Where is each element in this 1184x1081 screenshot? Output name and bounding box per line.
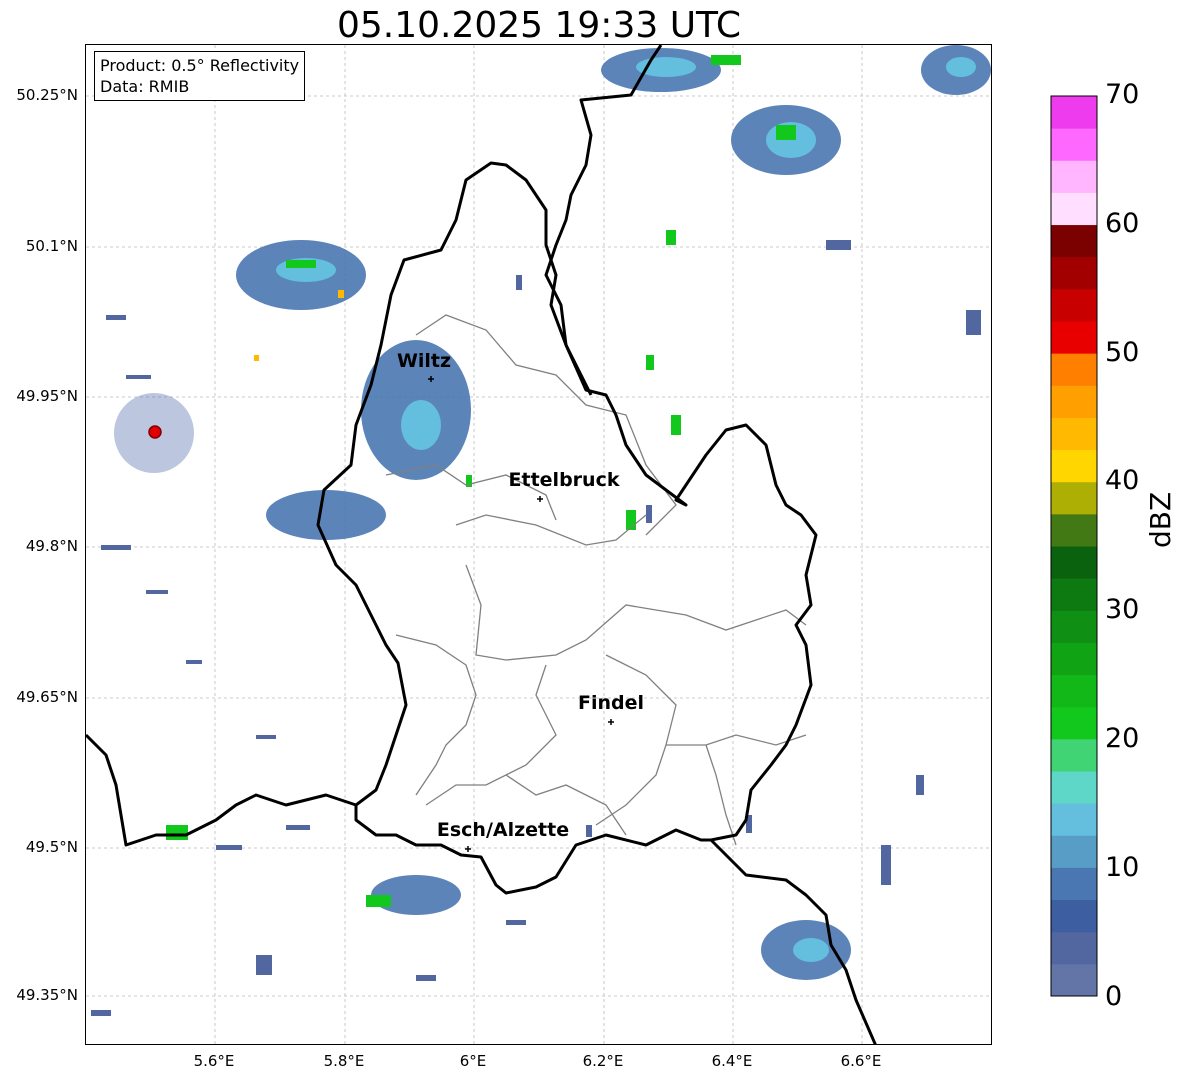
map-canvas <box>86 45 991 1044</box>
lon-label: 6.2°E <box>582 1052 624 1070</box>
lat-label: 49.8°N <box>25 537 78 555</box>
colorbar <box>1050 95 1098 997</box>
colorbar-tick: 30 <box>1105 594 1140 625</box>
colorbar-segment <box>1051 321 1097 354</box>
lat-label: 50.1°N <box>25 237 78 255</box>
radar-echoes <box>91 45 991 1016</box>
colorbar-segment <box>1051 417 1097 451</box>
colorbar-tick: 50 <box>1105 337 1140 368</box>
colorbar-tick: 60 <box>1105 208 1140 239</box>
colorbar-segment <box>1051 963 1097 997</box>
radar-site-icon <box>148 425 162 439</box>
colorbar-segment <box>1051 224 1097 258</box>
colorbar-segment <box>1051 385 1097 418</box>
radar-map[interactable] <box>85 44 992 1045</box>
colorbar-tick: 0 <box>1105 981 1123 1012</box>
lat-label: 49.35°N <box>16 986 78 1004</box>
lat-label: 49.95°N <box>16 387 78 405</box>
colorbar-segment <box>1051 771 1097 804</box>
colorbar-segment <box>1051 899 1097 933</box>
colorbar-segment <box>1051 513 1097 547</box>
colorbar-segment <box>1051 578 1097 611</box>
map-title: 05.10.2025 19:33 UTC <box>336 5 742 46</box>
data-source-label: Data: RMIB <box>100 77 190 96</box>
colorbar-segment <box>1051 931 1097 965</box>
colorbar-segment <box>1051 738 1097 772</box>
city-label-esch-alzette: Esch/Alzette <box>436 819 570 841</box>
colorbar-segment <box>1051 96 1097 129</box>
colorbar-tick: 40 <box>1105 465 1140 496</box>
colorbar-segment <box>1051 610 1097 643</box>
lon-label: 6.4°E <box>711 1052 753 1070</box>
colorbar-segment <box>1051 706 1097 740</box>
colorbar-segment <box>1051 192 1097 226</box>
city-label-findel: Findel <box>577 692 645 714</box>
colorbar-segment <box>1051 642 1097 676</box>
lat-label: 50.25°N <box>16 86 78 104</box>
colorbar-segment <box>1051 288 1097 322</box>
lat-label: 49.65°N <box>16 688 78 706</box>
city-label-wiltz: Wiltz <box>396 350 452 372</box>
colorbar-segment <box>1051 256 1097 290</box>
lon-label: 5.8°E <box>323 1052 365 1070</box>
lat-label: 49.5°N <box>25 838 78 856</box>
colorbar-segment <box>1051 353 1097 386</box>
colorbar-segment <box>1051 449 1097 483</box>
colorbar-segment <box>1051 674 1097 708</box>
colorbar-tick: 20 <box>1105 723 1140 754</box>
colorbar-segment <box>1051 481 1097 515</box>
lon-label: 6°E <box>459 1052 487 1070</box>
product-label: Product: 0.5° Reflectivity <box>100 56 300 75</box>
colorbar-segment <box>1051 867 1097 901</box>
lon-label: 5.6°E <box>193 1052 235 1070</box>
colorbar-segment <box>1051 128 1097 161</box>
colorbar-label: dBZ <box>1144 491 1177 548</box>
colorbar-tick: 10 <box>1105 852 1140 883</box>
city-label-ettelbruck: Ettelbruck <box>508 469 620 491</box>
colorbar-segment <box>1051 546 1097 579</box>
lon-label: 6.6°E <box>840 1052 882 1070</box>
national-borders <box>86 45 877 1044</box>
colorbar-segment <box>1051 160 1097 193</box>
product-info-box: Product: 0.5° Reflectivity Data: RMIB <box>94 51 306 101</box>
colorbar-tick: 70 <box>1105 79 1140 110</box>
colorbar-segment <box>1051 835 1097 868</box>
graticule <box>86 45 991 1044</box>
colorbar-segment <box>1051 803 1097 836</box>
